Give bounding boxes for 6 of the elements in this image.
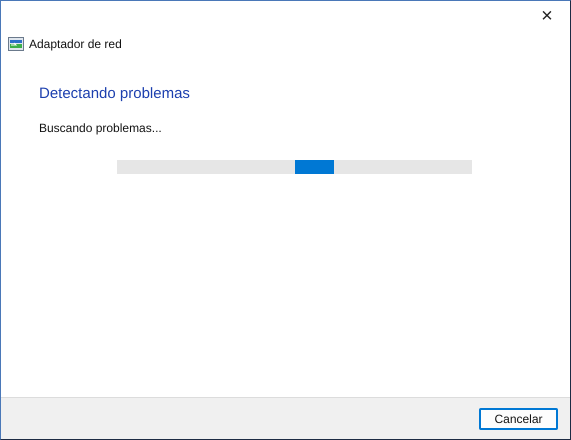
network-adapter-icon — [8, 37, 24, 51]
page-heading: Detectando problemas — [39, 84, 191, 104]
window-title: Adaptador de red — [29, 36, 122, 53]
close-button[interactable]: × — [524, 1, 570, 31]
cancel-button[interactable]: Cancelar — [479, 408, 558, 430]
status-text: Buscando problemas... — [39, 120, 163, 136]
